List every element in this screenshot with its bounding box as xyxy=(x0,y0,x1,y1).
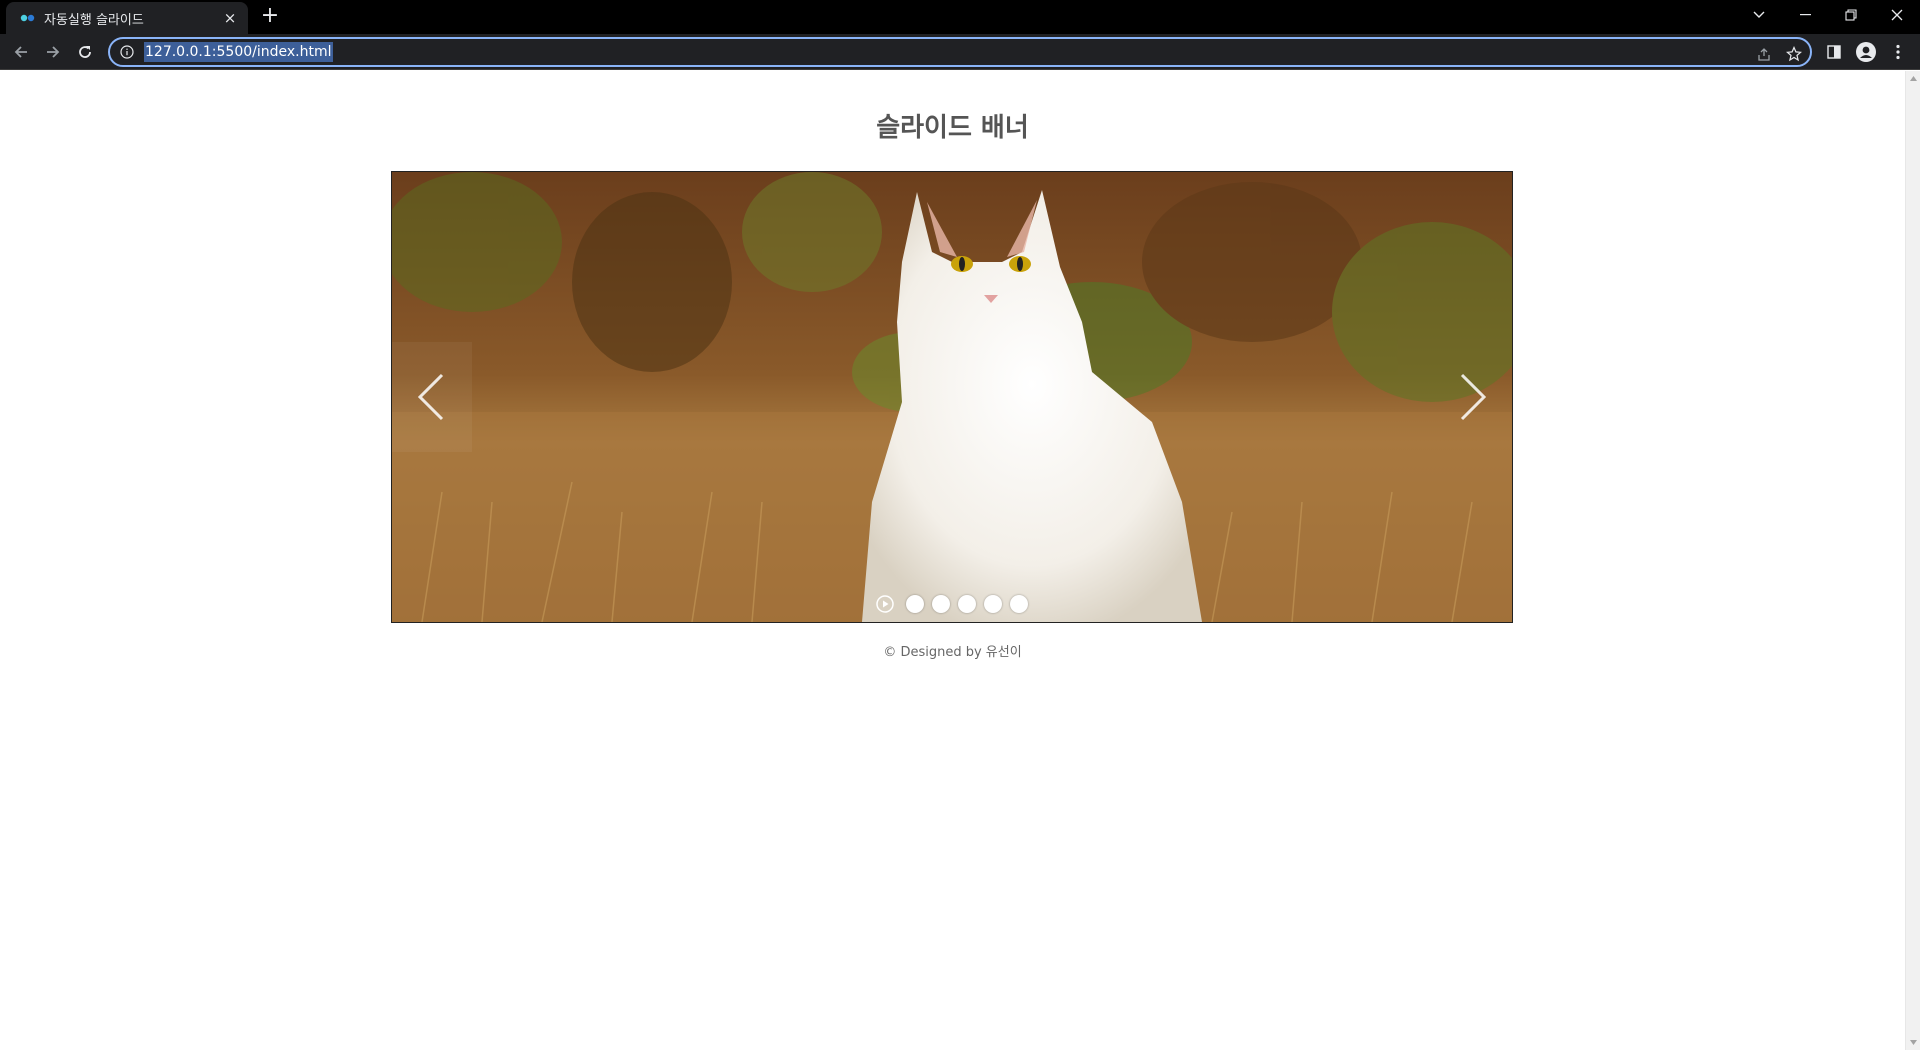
slide-dot-2[interactable] xyxy=(932,595,950,613)
forward-arrow-icon[interactable] xyxy=(41,40,65,64)
tab-close-icon[interactable]: × xyxy=(220,8,240,28)
side-panel-icon[interactable] xyxy=(1822,40,1846,64)
tab-strip: 자동실행 슬라이드 × + xyxy=(0,0,1920,34)
live-server-favicon-icon xyxy=(20,10,36,26)
new-tab-button[interactable]: + xyxy=(258,5,282,29)
share-icon[interactable] xyxy=(1753,43,1775,65)
white-cat-photo xyxy=(392,172,1512,622)
scroll-up-arrow-icon[interactable] xyxy=(1906,71,1920,86)
reload-icon[interactable] xyxy=(73,40,97,64)
vertical-scrollbar[interactable] xyxy=(1905,71,1920,1050)
prev-slide-arrow-icon[interactable] xyxy=(396,362,466,432)
slide-banner xyxy=(391,171,1513,623)
back-arrow-icon[interactable] xyxy=(9,40,33,64)
close-window-icon[interactable] xyxy=(1874,0,1920,30)
slide-dot-4[interactable] xyxy=(984,595,1002,613)
next-slide-arrow-icon[interactable] xyxy=(1438,362,1508,432)
profile-avatar-icon[interactable] xyxy=(1854,40,1878,64)
slide-dot-5[interactable] xyxy=(1010,595,1028,613)
slide-dot-1[interactable] xyxy=(906,595,924,613)
play-pause-icon[interactable] xyxy=(876,595,894,613)
tab-search-icon[interactable] xyxy=(1736,0,1782,30)
scroll-down-arrow-icon[interactable] xyxy=(1906,1035,1920,1050)
footer-credit: © Designed by 유선이 xyxy=(883,645,1022,660)
chrome-menu-icon[interactable] xyxy=(1886,40,1910,64)
slider-controls xyxy=(392,595,1512,613)
minimize-icon[interactable] xyxy=(1782,0,1828,30)
site-info-icon[interactable] xyxy=(119,44,135,60)
bookmark-star-icon[interactable] xyxy=(1783,43,1805,65)
slide-dot-3[interactable] xyxy=(958,595,976,613)
address-bar[interactable]: 127.0.0.1:5500/index.html xyxy=(108,37,1812,67)
page-title: 슬라이드 배너 xyxy=(876,113,1029,143)
restore-icon[interactable] xyxy=(1828,0,1874,30)
tab-title: 자동실행 슬라이드 xyxy=(44,12,144,28)
url-text[interactable]: 127.0.0.1:5500/index.html xyxy=(144,42,333,62)
browser-toolbar: 127.0.0.1:5500/index.html xyxy=(0,34,1920,70)
active-tab[interactable]: 자동실행 슬라이드 × xyxy=(6,2,248,34)
page-viewport: 슬라이드 배너 © Designed by 유선이 xyxy=(0,71,1920,1050)
